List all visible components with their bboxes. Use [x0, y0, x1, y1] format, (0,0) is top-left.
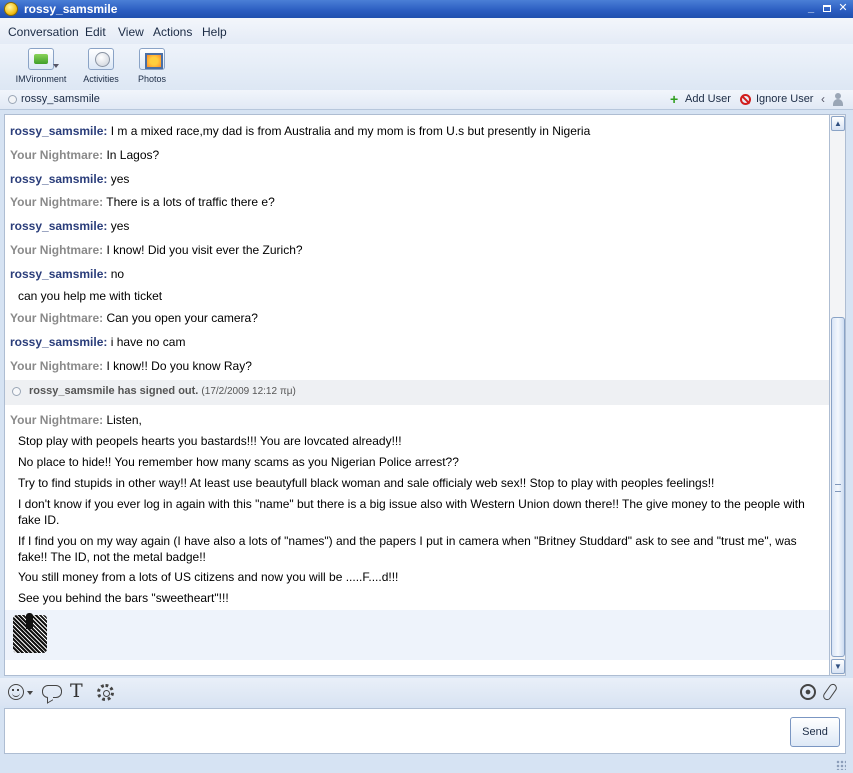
window-title: rossy_samsmile — [24, 2, 118, 16]
message-continuation: can you help me with ticket — [18, 289, 163, 303]
message-continuation: You still money from a lots of US citize… — [18, 570, 399, 584]
message-text: In Lagos? — [106, 148, 160, 162]
chat-scrollbar[interactable]: ▲ ▼ — [830, 114, 846, 676]
emoticon-message — [5, 610, 829, 660]
message-text: I m a mixed race,my dad is from Australi… — [110, 124, 591, 138]
smiley-icon[interactable] — [8, 684, 24, 700]
menu-help[interactable]: Help — [202, 25, 227, 39]
menu-bar: Conversation Edit View Actions Help — [0, 18, 853, 44]
imvironment-button[interactable]: IMVironment — [12, 48, 70, 84]
message-text: yes — [110, 172, 130, 186]
status-dot-icon — [12, 387, 21, 396]
menu-actions[interactable]: Actions — [153, 25, 192, 39]
format-toolbar: T — [0, 678, 853, 706]
message-continuation: No place to hide!! You remember how many… — [18, 455, 459, 469]
status-dot-icon — [8, 95, 17, 104]
photos-label: Photos — [137, 74, 167, 84]
chat-message: Your Nightmare: Listen, — [10, 412, 825, 428]
menu-edit[interactable]: Edit — [85, 25, 106, 39]
contact-bar: rossy_samsmile + Add User Ignore User ‹ — [0, 90, 853, 110]
sender-name: Your Nightmare: — [10, 359, 104, 373]
sender-name: Your Nightmare: — [10, 243, 104, 257]
menu-conversation[interactable]: Conversation — [8, 25, 79, 39]
toolbar: IMVironment Activities Photos — [0, 44, 853, 90]
sender-name: Your Nightmare: — [10, 413, 104, 427]
gear-icon[interactable] — [97, 684, 114, 701]
chat-message: Your Nightmare: Can you open your camera… — [10, 310, 825, 326]
signout-time: (17/2/2009 12:12 πμ) — [201, 386, 296, 397]
chat-history[interactable]: rossy_samsmile: I m a mixed race,my dad … — [4, 114, 830, 676]
minimize-button[interactable]: _ — [804, 2, 818, 16]
photos-icon — [139, 48, 165, 70]
resize-grip-icon[interactable] — [836, 760, 846, 770]
message-continuation: See you behind the bars "sweetheart"!!! — [18, 591, 229, 605]
message-continuation: Stop play with peopels hearts you bastar… — [18, 434, 402, 448]
chat-message: rossy_samsmile: yes — [10, 171, 825, 187]
middle-finger-emoticon-icon — [13, 613, 47, 653]
photos-button[interactable]: Photos — [134, 48, 170, 84]
chat-message: rossy_samsmile: i have no cam — [10, 334, 825, 350]
sender-name: rossy_samsmile: — [10, 267, 108, 281]
display-picture-icon[interactable] — [833, 93, 843, 106]
chat-message: rossy_samsmile: I m a mixed race,my dad … — [10, 123, 825, 139]
message-text: Listen, — [106, 413, 142, 427]
menu-view[interactable]: View — [118, 25, 144, 39]
contact-name[interactable]: rossy_samsmile — [21, 93, 100, 105]
scroll-up-icon[interactable]: ▲ — [831, 116, 845, 131]
activities-icon — [88, 48, 114, 70]
signout-message: rossy_samsmile has signed out. — [29, 385, 199, 397]
chat-message: Your Nightmare: There is a lots of traff… — [10, 194, 825, 210]
chevron-left-icon[interactable]: ‹ — [821, 92, 825, 106]
paperclip-icon[interactable] — [821, 682, 839, 702]
smiley-dropdown-icon[interactable] — [27, 691, 33, 695]
signout-notice: rossy_samsmile has signed out. (17/2/200… — [5, 380, 829, 405]
title-bar: rossy_samsmile _ ✕ — [0, 0, 853, 18]
message-continuation: I don't know if you ever log in again wi… — [18, 497, 805, 527]
plus-icon[interactable]: + — [670, 92, 678, 106]
sender-name: rossy_samsmile: — [10, 219, 108, 233]
sender-name: Your Nightmare: — [10, 311, 104, 325]
sender-name: rossy_samsmile: — [10, 124, 108, 138]
ignore-user-button[interactable]: Ignore User — [756, 93, 813, 105]
message-input[interactable] — [4, 708, 846, 754]
message-text: There is a lots of traffic there e? — [106, 195, 275, 209]
message-block: Your Nightmare: Listen, Stop play with p… — [5, 405, 829, 610]
message-text: Can you open your camera? — [106, 311, 258, 325]
block-icon[interactable] — [740, 94, 751, 105]
add-user-button[interactable]: Add User — [685, 93, 731, 105]
send-button[interactable]: Send — [790, 717, 840, 747]
message-text: no — [110, 267, 125, 281]
chat-message: Your Nightmare: I know! Did you visit ev… — [10, 242, 825, 258]
activities-label: Activities — [83, 74, 119, 84]
chat-message: Your Nightmare: In Lagos? — [10, 147, 825, 163]
maximize-icon — [823, 5, 831, 12]
text-format-icon[interactable]: T — [70, 682, 83, 701]
chat-message: rossy_samsmile: no — [10, 266, 825, 282]
signout-text: rossy_samsmile has signed out. (17/2/200… — [29, 385, 296, 397]
close-button[interactable]: ✕ — [836, 2, 850, 16]
activities-button[interactable]: Activities — [80, 48, 122, 84]
sender-name: rossy_samsmile: — [10, 335, 108, 349]
scroll-thumb[interactable] — [831, 317, 845, 657]
message-text: I know!! Do you know Ray? — [106, 359, 252, 373]
imvironment-icon — [28, 48, 54, 70]
maximize-button[interactable] — [820, 2, 834, 16]
imvironment-label: IMVironment — [15, 74, 67, 84]
message-continuation: Try to find stupids in other way!! At le… — [18, 476, 715, 490]
sender-name: Your Nightmare: — [10, 195, 104, 209]
webcam-icon[interactable] — [800, 684, 816, 700]
message-text: yes — [110, 219, 130, 233]
chat-message: Your Nightmare: I know!! Do you know Ray… — [10, 358, 825, 374]
sender-name: Your Nightmare: — [10, 148, 104, 162]
message-text: I know! Did you visit ever the Zurich? — [106, 243, 303, 257]
chat-message: rossy_samsmile: yes — [10, 218, 825, 234]
message-continuation: If I find you on my way again (I have al… — [18, 534, 797, 564]
sender-name: rossy_samsmile: — [10, 172, 108, 186]
message-text: i have no cam — [110, 335, 186, 349]
speech-bubble-icon[interactable] — [42, 685, 62, 698]
scroll-down-icon[interactable]: ▼ — [831, 659, 845, 674]
messenger-smiley-icon — [4, 2, 18, 16]
imvironment-dropdown-icon[interactable] — [53, 64, 59, 68]
